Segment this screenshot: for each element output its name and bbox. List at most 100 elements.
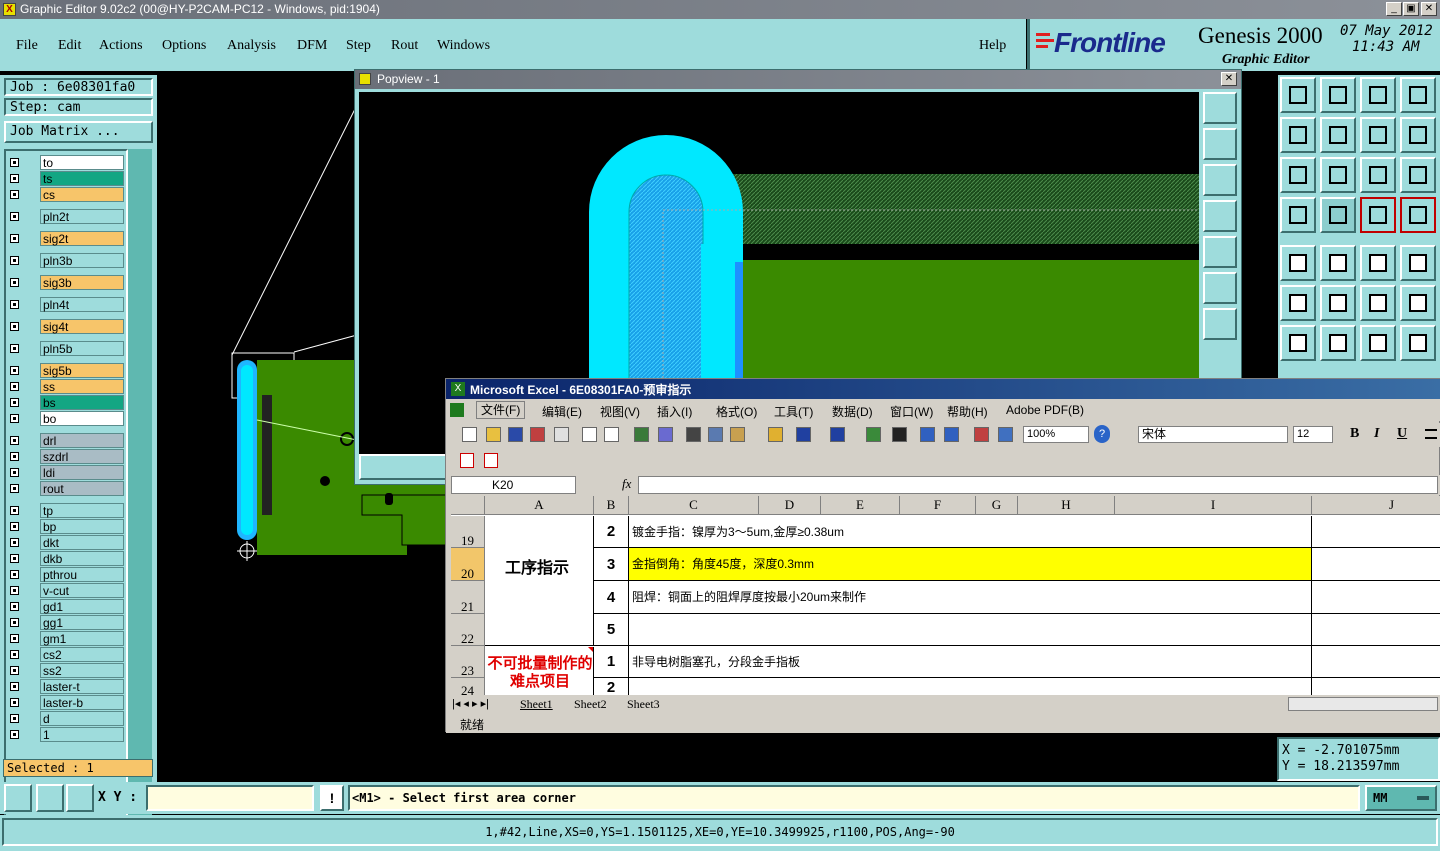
layer-checkbox[interactable] — [10, 634, 19, 643]
excel-menu-item[interactable]: 编辑(E) — [542, 403, 582, 420]
cell[interactable] — [1312, 614, 1440, 646]
grid-icon[interactable] — [66, 784, 94, 812]
layer-row[interactable]: dkt — [8, 535, 124, 550]
column-header[interactable]: E — [821, 496, 900, 515]
layer-checkbox[interactable] — [10, 234, 19, 243]
cell[interactable] — [1312, 646, 1440, 678]
help-icon[interactable]: ? — [1094, 425, 1110, 443]
layer-checkbox[interactable] — [10, 570, 19, 579]
layer-name[interactable]: sig3b — [40, 275, 124, 290]
layer-name[interactable]: to — [40, 155, 124, 170]
row-header[interactable]: 21 — [451, 581, 485, 614]
restore-button[interactable]: ▣ — [1403, 2, 1419, 16]
zoom-select[interactable]: 100% — [1023, 426, 1089, 443]
layer-name[interactable]: pln2t — [40, 209, 124, 224]
layer-name[interactable]: sig5b — [40, 363, 124, 378]
layer-checkbox[interactable] — [10, 382, 19, 391]
line-icon[interactable] — [1320, 325, 1356, 361]
instruction-cell[interactable] — [629, 614, 1312, 646]
permission-icon[interactable] — [530, 427, 545, 442]
section-cell-1[interactable]: 工序指示 — [485, 516, 594, 646]
layer-checkbox[interactable] — [10, 256, 19, 265]
layer-checkbox[interactable] — [10, 174, 19, 183]
layer-row[interactable]: bs — [8, 395, 124, 410]
mirror-icon[interactable] — [1400, 325, 1436, 361]
layer-row[interactable]: pthrou — [8, 567, 124, 582]
column-header[interactable]: D — [759, 496, 821, 515]
layer-name[interactable]: ss — [40, 379, 124, 394]
layer-name[interactable]: ss2 — [40, 663, 124, 678]
swap-icon[interactable] — [1360, 117, 1396, 153]
layer-row[interactable]: gd1 — [8, 599, 124, 614]
menu-file[interactable]: File — [16, 38, 38, 54]
connect-icon[interactable] — [1280, 285, 1316, 321]
layer-name[interactable]: pln4t — [40, 297, 124, 312]
new-icon[interactable] — [462, 427, 477, 442]
layer-name[interactable]: gd1 — [40, 599, 124, 614]
excel-menu-item[interactable]: 插入(I) — [657, 403, 692, 420]
layer-row[interactable]: d — [8, 711, 124, 726]
window-icon[interactable] — [1400, 77, 1436, 113]
excel-menu-item[interactable]: 工具(T) — [774, 403, 813, 420]
layer-name[interactable]: bo — [40, 411, 124, 426]
layer-name[interactable]: sig4t — [40, 319, 124, 334]
spelling-icon[interactable] — [634, 427, 649, 442]
cell[interactable] — [1312, 581, 1440, 614]
layer-checkbox[interactable] — [10, 602, 19, 611]
layer-name[interactable]: ldi — [40, 465, 124, 480]
bold-button[interactable]: B — [1350, 426, 1359, 442]
menu-analysis[interactable]: Analysis — [227, 38, 276, 54]
sort-asc-icon[interactable] — [920, 427, 935, 442]
move-icon[interactable] — [1360, 285, 1396, 321]
layer-name[interactable]: bs — [40, 395, 124, 410]
layer-scrollbar[interactable] — [128, 149, 152, 829]
layer-checkbox[interactable] — [10, 522, 19, 531]
formula-input[interactable] — [638, 476, 1438, 494]
pdf-email-icon[interactable] — [484, 453, 498, 468]
layer-name[interactable]: dkb — [40, 551, 124, 566]
menu-actions[interactable]: Actions — [99, 38, 143, 54]
pan-right-icon[interactable] — [1320, 117, 1356, 153]
instruction-cell[interactable]: 非导电树脂塞孔，分段金手指板 — [629, 646, 1312, 678]
layer-checkbox[interactable] — [10, 586, 19, 595]
step-number-cell[interactable]: 2 — [594, 516, 629, 548]
layer-row[interactable]: szdrl — [8, 449, 124, 464]
layer-row[interactable]: sig4t — [8, 319, 124, 334]
layer-name[interactable]: cs2 — [40, 647, 124, 662]
layer-checkbox[interactable] — [10, 366, 19, 375]
layer-name[interactable]: pln5b — [40, 341, 124, 356]
route-icon[interactable] — [1320, 245, 1356, 281]
layer-name[interactable]: pln3b — [40, 253, 124, 268]
font-size-select[interactable]: 12 — [1293, 426, 1333, 443]
layer-name[interactable]: gm1 — [40, 631, 124, 646]
pdf-create-icon[interactable] — [460, 453, 474, 468]
excel-menu-item[interactable]: 视图(V) — [600, 403, 640, 420]
hyperlink-icon[interactable] — [866, 427, 881, 442]
horizontal-scrollbar[interactable] — [1288, 697, 1438, 711]
home-icon[interactable] — [1360, 77, 1396, 113]
layer-row[interactable]: rout — [8, 481, 124, 496]
layer-name[interactable]: sig2t — [40, 231, 124, 246]
add-feature-icon[interactable] — [1280, 245, 1316, 281]
layer-checkbox[interactable] — [10, 278, 19, 287]
layer-compare-icon[interactable] — [1360, 197, 1396, 233]
layer-name[interactable]: tp — [40, 503, 124, 518]
layer-checkbox[interactable] — [10, 730, 19, 739]
step-number-cell[interactable]: 5 — [594, 614, 629, 646]
redo-icon[interactable] — [830, 427, 845, 442]
menu-step[interactable]: Step — [346, 38, 371, 54]
layer-name[interactable]: rout — [40, 481, 124, 496]
layer-row[interactable]: cs — [8, 187, 124, 202]
minimize-button[interactable]: _ — [1386, 2, 1402, 16]
column-header[interactable]: A — [485, 496, 594, 515]
layer-row[interactable]: v-cut — [8, 583, 124, 598]
layer-name[interactable]: cs — [40, 187, 124, 202]
layer-display-icon[interactable] — [1400, 197, 1436, 233]
italic-button[interactable]: I — [1374, 426, 1379, 442]
close-button[interactable]: ✕ — [1421, 2, 1437, 16]
popview-zoom-home-icon[interactable] — [1203, 92, 1237, 124]
column-header[interactable]: I — [1115, 496, 1312, 515]
layer-name[interactable]: gg1 — [40, 615, 124, 630]
layer-checkbox[interactable] — [10, 212, 19, 221]
layer-row[interactable]: ldi — [8, 465, 124, 480]
